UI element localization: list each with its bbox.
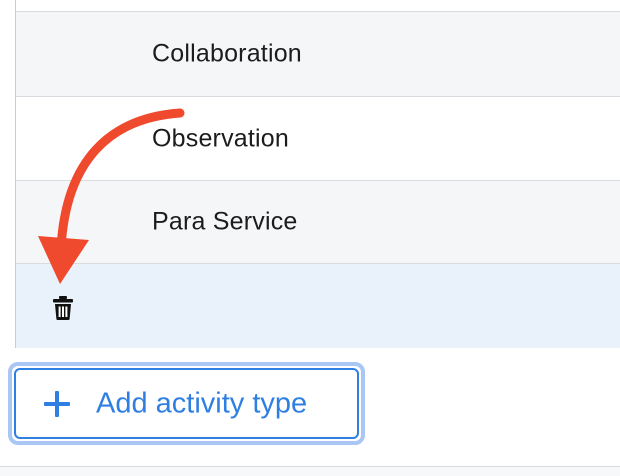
add-activity-type-button[interactable]: Add activity type (14, 368, 359, 439)
new-activity-row (16, 263, 620, 348)
table-row: Collaboration (16, 11, 620, 96)
add-activity-type-focus-ring: Add activity type (8, 362, 365, 445)
table-row: Observation (16, 96, 620, 180)
activity-types-table: Collaboration Observation Para Service (15, 0, 620, 348)
activity-type-label: Collaboration (152, 39, 302, 68)
plus-icon (44, 390, 70, 417)
add-activity-type-label: Add activity type (96, 387, 308, 419)
activity-type-label: Observation (152, 124, 289, 152)
section-divider (0, 466, 620, 476)
trash-icon[interactable] (52, 296, 74, 320)
table-row (16, 0, 620, 11)
activity-type-label: Para Service (152, 207, 298, 236)
table-row: Para Service (16, 180, 620, 263)
